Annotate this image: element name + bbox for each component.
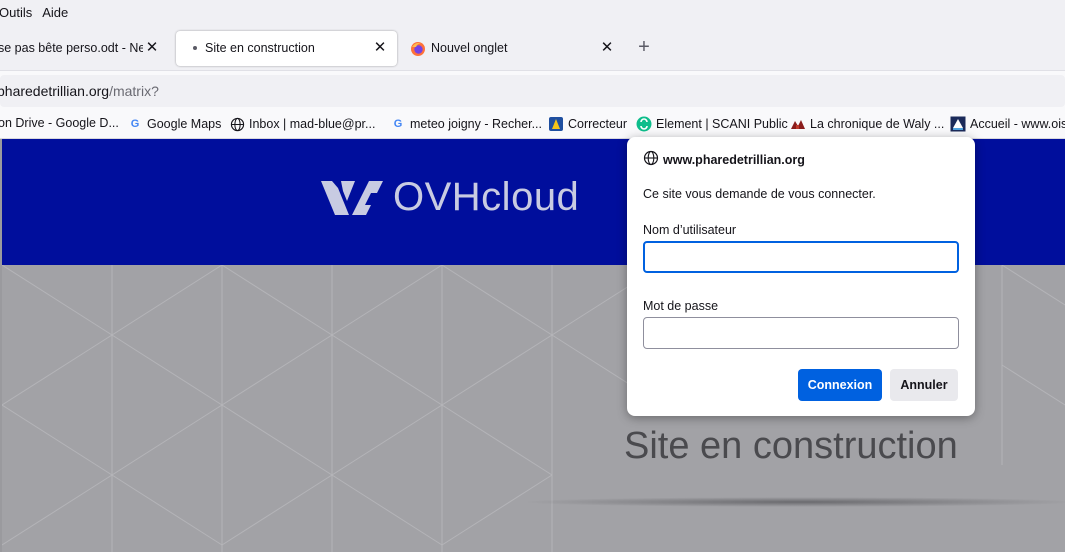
bookmark-label: Google Maps — [147, 117, 222, 131]
password-label: Mot de passe — [643, 299, 719, 313]
bookmark-label: Inbox | mad-blue@pr... — [249, 117, 376, 131]
bookmark-correcteur[interactable]: Correcteur — [548, 116, 627, 132]
brand-name: OVHcloud — [393, 175, 580, 219]
ovhcloud-logo: OVHcloud — [319, 175, 579, 220]
bookmark-google-maps[interactable]: G Google Maps — [127, 116, 222, 132]
auth-dialog: www.pharedetrillian.org Ce site vous dem… — [627, 137, 975, 416]
menu-bar: Outils Aide — [0, 0, 1065, 24]
url-text[interactable]: pharedetrillian.org/matrix? — [0, 83, 159, 99]
bookmark-meteo[interactable]: G meteo joigny - Recher... — [390, 116, 542, 132]
loading-dot-icon — [193, 46, 197, 50]
dialog-message: Ce site vous demande de vous connecter. — [643, 187, 876, 201]
element-icon — [636, 116, 652, 132]
tab-close-icon[interactable]: ✕ — [371, 39, 389, 57]
url-host: pharedetrillian.org — [0, 83, 110, 99]
login-button[interactable]: Connexion — [798, 369, 882, 401]
tab-nouvel-onglet[interactable]: Nouvel onglet ✕ — [403, 31, 624, 66]
globe-icon — [229, 116, 245, 132]
tab-title: Site en construction — [205, 41, 315, 55]
new-tab-button[interactable]: + — [634, 37, 654, 57]
menu-aide[interactable]: Aide — [42, 5, 68, 20]
lrb-icon — [950, 116, 966, 132]
google-icon: G — [393, 118, 403, 130]
google-icon: G — [130, 118, 140, 130]
chronique-icon — [790, 116, 806, 132]
bookmark-label: Element | SCANI Public — [656, 117, 788, 131]
tab-title: se pas bête perso.odt - Next — [0, 41, 156, 55]
bookmark-label: meteo joigny - Recher... — [410, 117, 543, 131]
bookmark-inbox[interactable]: Inbox | mad-blue@pr... — [229, 116, 375, 132]
tab-title: Nouvel onglet — [431, 41, 508, 55]
bookmark-label: La chronique de Waly ... — [810, 117, 945, 131]
menu-outils[interactable]: Outils — [0, 5, 32, 20]
bookmark-drive[interactable]: on Drive - Google D... — [0, 116, 119, 130]
password-input[interactable] — [643, 317, 959, 349]
tab-strip: se pas bête perso.odt - Next ✕ Site en c… — [0, 24, 1065, 70]
cancel-button[interactable]: Annuler — [890, 369, 958, 401]
dialog-host-text: www.pharedetrillian.org — [663, 152, 805, 167]
nav-bar: pharedetrillian.org/matrix? — [0, 70, 1065, 110]
tab-close-icon[interactable]: ✕ — [143, 39, 161, 57]
bookmark-label: Accueil - www.oise — [970, 117, 1065, 131]
tab-close-icon[interactable]: ✕ — [598, 39, 616, 57]
bookmark-accueil[interactable]: Accueil - www.oise — [950, 116, 1065, 132]
bookmark-element[interactable]: Element | SCANI Public — [636, 116, 788, 132]
username-input[interactable] — [643, 241, 959, 273]
correcteur-icon — [548, 116, 564, 132]
bookmark-label: Correcteur — [568, 117, 628, 131]
globe-icon — [643, 150, 659, 169]
tab-site-en-construction[interactable]: Site en construction ✕ — [176, 31, 397, 66]
tab-document[interactable]: se pas bête perso.odt - Next ✕ — [0, 31, 170, 66]
url-bar[interactable]: pharedetrillian.org/matrix? — [0, 75, 1065, 107]
page-heading: Site en construction — [624, 425, 958, 467]
ovh-logo-icon — [321, 180, 383, 215]
username-label: Nom d’utilisateur — [643, 223, 737, 237]
dialog-host: www.pharedetrillian.org — [643, 150, 805, 169]
heading-shadow — [520, 497, 1065, 507]
firefox-icon — [410, 41, 426, 57]
bookmarks-toolbar: on Drive - Google D... G Google Maps Inb… — [0, 110, 1065, 139]
bookmark-chronique[interactable]: La chronique de Waly ... — [790, 116, 944, 132]
bookmark-label: on Drive - Google D... — [0, 116, 119, 130]
url-path: /matrix? — [109, 83, 159, 99]
